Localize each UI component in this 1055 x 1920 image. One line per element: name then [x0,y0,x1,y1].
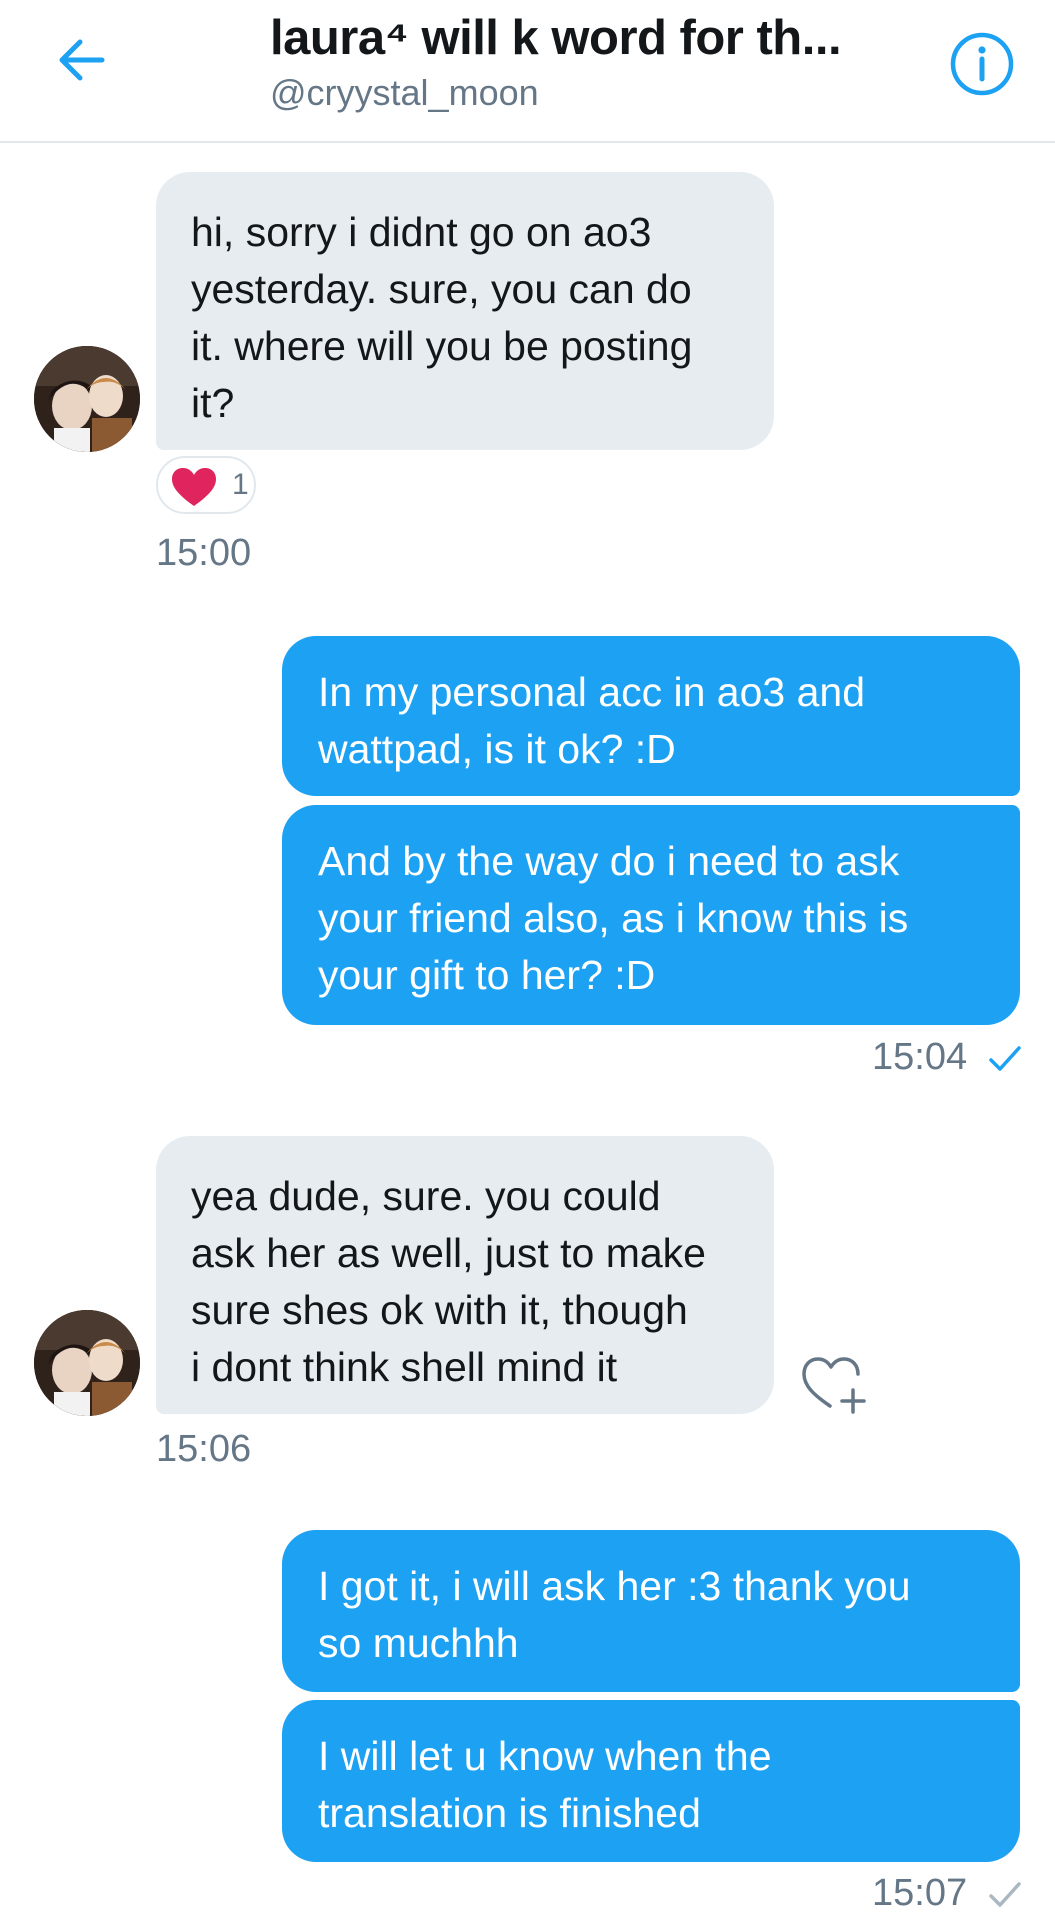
message-bubble-incoming[interactable]: yea dude, sure. you could ask her as wel… [156,1136,774,1414]
conversation-handle: @cryystal_moon [270,72,539,113]
sent-check-icon [988,1882,1021,1907]
message-bubble-outgoing[interactable]: I got it, i will ask her :3 thank you so… [282,1530,1020,1692]
message-text: it? [191,380,235,426]
message-timestamp: 15:06 [156,1428,252,1470]
message-timestamp: 15:04 [872,1036,1022,1079]
message-bubble-outgoing[interactable]: I will let u know when the translation i… [282,1700,1020,1862]
message-text: wattpad, is it ok? :D [318,726,676,772]
message-text: I will let u know when the [318,1733,772,1779]
arrow-left-icon [59,39,105,81]
message-text: your gift to her? :D [318,952,656,998]
conversation-header: laura⁴ will k word for th... @cryystal_m… [0,0,1055,143]
add-reaction-button[interactable] [800,1352,870,1414]
message-bubble-incoming[interactable]: hi, sorry i didnt go on ao3 yesterday. s… [156,172,774,450]
heart-plus-icon [802,1357,866,1414]
message-text: i dont think shell mind it [191,1344,618,1390]
heart-icon [172,468,216,506]
message-text: it. where will you be posting [191,323,693,369]
message-bubble-outgoing[interactable]: In my personal acc in ao3 and wattpad, i… [282,636,1020,796]
avatar[interactable] [34,1310,140,1416]
message-text: translation is finished [318,1790,701,1836]
message-bubble-outgoing[interactable]: And by the way do i need to ask your fri… [282,805,1020,1025]
message-text: yea dude, sure. you could [191,1173,661,1219]
info-button[interactable] [948,30,1016,98]
message-timestamp: 15:00 [156,532,252,574]
message-text: sure shes ok with it, though [191,1287,688,1333]
message-text: In my personal acc in ao3 and [318,669,865,715]
back-button[interactable] [52,30,112,90]
timestamp-text: 15:04 [872,1036,968,1078]
conversation-title: laura⁴ will k word for th... [270,11,842,65]
message-text: yesterday. sure, you can do [191,266,692,312]
message-text: hi, sorry i didnt go on ao3 [191,209,652,255]
message-text: so muchhh [318,1620,519,1666]
read-check-icon [988,1046,1021,1071]
avatar[interactable] [34,346,140,452]
info-icon [950,32,1014,96]
reaction-count: 1 [232,468,249,501]
timestamp-text: 15:07 [872,1872,968,1914]
avatar-photo [34,346,140,452]
message-text: your friend also, as i know this is [318,895,909,941]
reaction-badge[interactable]: 1 [156,456,256,514]
message-text: And by the way do i need to ask [318,838,900,884]
message-timestamp: 15:07 [872,1872,1022,1915]
message-text: ask her as well, just to make [191,1230,706,1276]
message-text: I got it, i will ask her :3 thank you [318,1563,911,1609]
avatar-photo [34,1310,140,1416]
